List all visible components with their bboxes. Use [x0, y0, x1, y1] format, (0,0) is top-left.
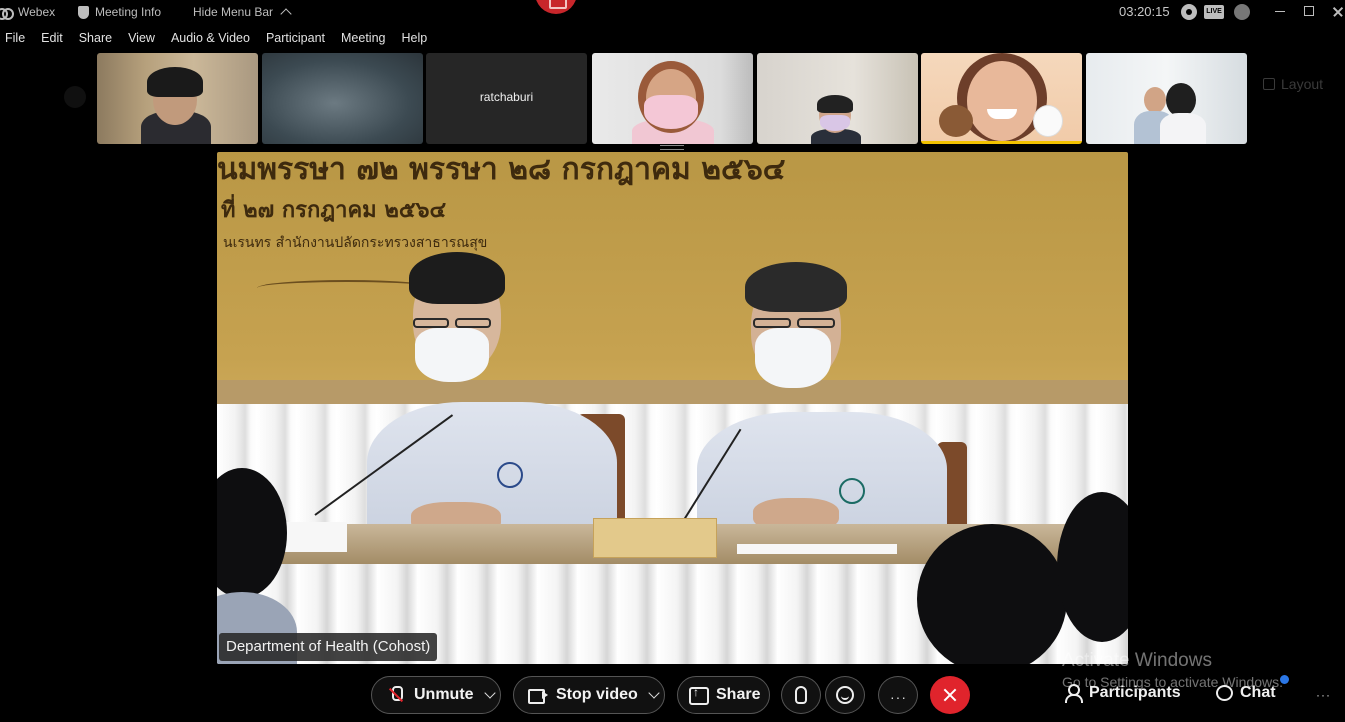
- share-label: Share: [716, 686, 761, 703]
- participants-label: Participants: [1089, 684, 1181, 701]
- participant-body: [1160, 113, 1206, 144]
- stop-video-button[interactable]: Stop video: [513, 676, 665, 714]
- speaker-mask: [755, 328, 831, 388]
- stop-video-label: Stop video: [556, 686, 638, 703]
- smiley-icon: [836, 686, 854, 704]
- close-window-button[interactable]: [1328, 2, 1345, 20]
- panel-overflow-button[interactable]: ···: [1316, 688, 1331, 702]
- share-screen-icon: [688, 685, 709, 705]
- menu-meeting[interactable]: Meeting: [333, 31, 393, 51]
- participant-thumbnail-strip: ratchaburi: [97, 53, 1247, 144]
- participant-hair: [147, 67, 203, 97]
- chevron-down-icon[interactable]: [648, 687, 660, 699]
- papers: [737, 544, 897, 554]
- camera-icon: [528, 685, 548, 705]
- chevron-down-icon[interactable]: [483, 687, 496, 699]
- participant-mask: [820, 115, 850, 131]
- webex-logo: Webex: [0, 5, 56, 20]
- backdrop-ledge: [217, 380, 1128, 404]
- title-bar: Webex Meeting Info Hide Menu Bar 03:20:1…: [0, 0, 1345, 26]
- participant-hair: [1166, 83, 1196, 117]
- unmute-label: Unmute: [414, 686, 474, 703]
- banner-text-line-3: นเรนทร สำนักงานปลัดกระทรวงสาธารณสุข: [223, 235, 488, 251]
- participant-thumbnail[interactable]: [592, 53, 753, 144]
- speaker-hair: [745, 262, 847, 312]
- restore-button[interactable]: [1298, 2, 1318, 20]
- speaker-glasses: [797, 318, 835, 328]
- speaker-glasses: [455, 318, 491, 328]
- shield-icon: [78, 5, 89, 19]
- strip-scroll-left-button[interactable]: [64, 86, 86, 108]
- notification-dot: [1280, 675, 1289, 684]
- leave-meeting-button[interactable]: [930, 676, 970, 714]
- speaker-glasses: [753, 318, 791, 328]
- app-name: Webex: [18, 5, 56, 19]
- participant-thumbnail[interactable]: [921, 53, 1082, 144]
- menu-participant[interactable]: Participant: [258, 31, 333, 51]
- participant-thumbnail[interactable]: [1086, 53, 1247, 144]
- speaker-glasses: [413, 318, 449, 328]
- minimize-button[interactable]: [1270, 2, 1290, 20]
- participants-button[interactable]: Participants: [1064, 684, 1181, 703]
- webex-icon: [0, 7, 14, 20]
- layout-label: Layout: [1281, 76, 1324, 92]
- menu-share[interactable]: Share: [71, 31, 120, 51]
- shirt-logo-icon: [839, 478, 865, 504]
- chat-label: Chat: [1240, 684, 1276, 701]
- menu-view[interactable]: View: [120, 31, 163, 51]
- active-speaker-label: Department of Health (Cohost): [219, 633, 438, 661]
- menu-audio-video[interactable]: Audio & Video: [163, 31, 258, 51]
- participant-thumbnail[interactable]: [262, 53, 423, 144]
- people-icon: [1064, 684, 1083, 703]
- connection-stats-icon[interactable]: [1234, 4, 1250, 20]
- participant-hair: [817, 95, 853, 113]
- reactions-button[interactable]: [825, 676, 865, 714]
- camera-record-indicator[interactable]: [535, 0, 577, 14]
- banner-text-line-1: นมพรรษา ๗๒ พรรษา ๒๘ กรกฎาคม ๒๕๖๔: [217, 152, 786, 187]
- menu-edit[interactable]: Edit: [33, 31, 71, 51]
- speaker-mask: [415, 328, 489, 382]
- participant-thumbnail[interactable]: [757, 53, 918, 144]
- layout-icon: [1263, 78, 1275, 90]
- recording-icon[interactable]: [1181, 4, 1197, 20]
- hide-menu-bar-button[interactable]: Hide Menu Bar: [193, 5, 292, 20]
- participant-face: [967, 61, 1037, 141]
- menu-bar: File Edit Share View Audio & Video Parti…: [0, 31, 435, 51]
- hide-menu-bar-label: Hide Menu Bar: [193, 5, 274, 19]
- share-button[interactable]: Share: [677, 676, 770, 714]
- participant-name: ratchaburi: [479, 90, 534, 104]
- ellipsis-icon: ···: [890, 689, 907, 705]
- hand-icon: [795, 686, 807, 704]
- banner-text-line-2: ที่ ๒๗ กรกฎาคม ๒๕๖๔: [221, 198, 447, 223]
- main-stage-video: นมพรรษา ๗๒ พรรษา ๒๘ กรกฎาคม ๒๕๖๔ ที่ ๒๗ …: [217, 152, 1128, 664]
- papers: [277, 522, 347, 552]
- speaker-hair: [409, 252, 505, 304]
- unmute-button[interactable]: Unmute: [371, 676, 501, 714]
- nameplate: [593, 518, 717, 558]
- live-icon[interactable]: LIVE: [1204, 5, 1224, 19]
- sticker-bear-icon: [939, 105, 973, 137]
- participant-thumbnail[interactable]: [97, 53, 258, 144]
- menu-file[interactable]: File: [0, 31, 33, 51]
- raise-hand-button[interactable]: [781, 676, 821, 714]
- meeting-info-button[interactable]: Meeting Info: [78, 5, 161, 19]
- participant-thumbnail-ratchaburi[interactable]: ratchaburi: [426, 53, 587, 144]
- meeting-clock: 03:20:15: [1119, 4, 1170, 19]
- backdrop-curtain: [217, 404, 1128, 524]
- microphone-muted-icon: [386, 685, 406, 705]
- more-options-button[interactable]: ···: [878, 676, 918, 714]
- participant-mask: [644, 95, 698, 129]
- menu-help[interactable]: Help: [393, 31, 435, 51]
- chat-button[interactable]: Chat: [1216, 684, 1276, 702]
- meeting-info-label: Meeting Info: [95, 5, 162, 19]
- layout-button[interactable]: Layout: [1263, 76, 1323, 92]
- audience-head: [917, 524, 1067, 664]
- strip-resize-handle[interactable]: [660, 145, 684, 150]
- chevron-up-icon: [280, 8, 292, 20]
- shirt-logo-icon: [497, 462, 523, 488]
- participant-face: [1144, 87, 1166, 113]
- chat-bubble-icon: [1216, 685, 1233, 701]
- sticker-bunny-icon: [1033, 105, 1063, 137]
